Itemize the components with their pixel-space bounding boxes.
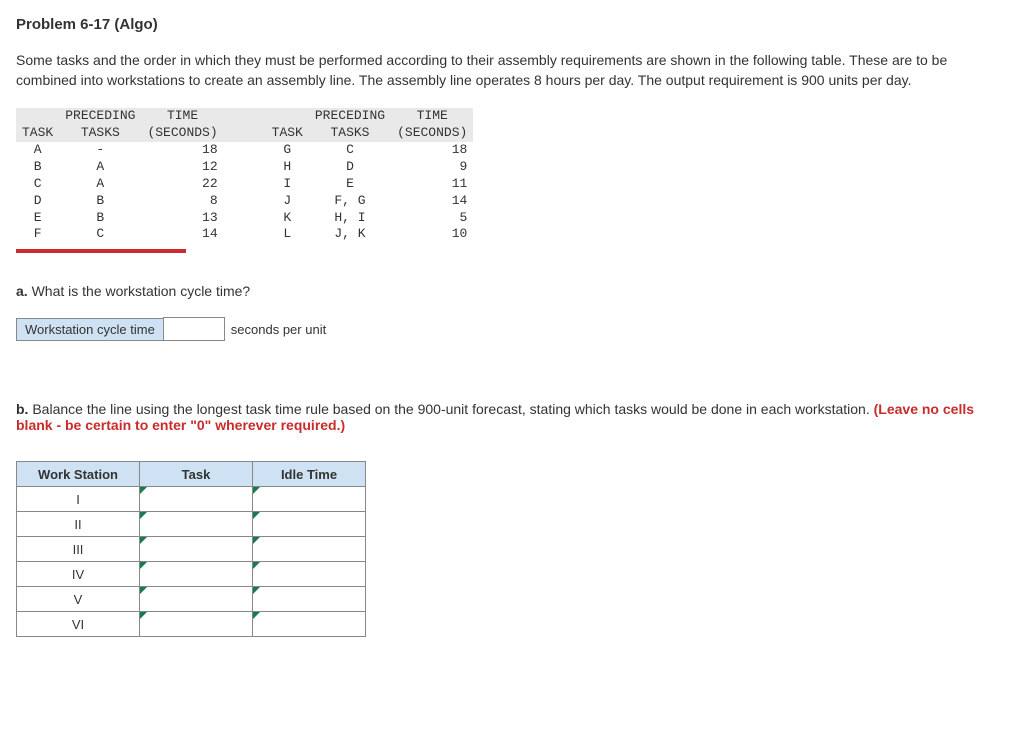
col-seconds-2: (SECONDS) — [391, 125, 473, 142]
page-title: Problem 6-17 (Algo) — [16, 16, 1005, 33]
ws-row-label: III — [17, 537, 140, 562]
ws-idle-input[interactable] — [253, 487, 366, 512]
table-cell — [224, 159, 266, 176]
table-cell: 5 — [391, 210, 473, 227]
ws-idle-input[interactable] — [253, 562, 366, 587]
ws-task-input[interactable] — [140, 512, 253, 537]
table-cell: H — [266, 159, 309, 176]
table-cell: 14 — [391, 193, 473, 210]
col-tasks-2: TASKS — [309, 125, 391, 142]
table-cell: F — [16, 226, 59, 243]
table-cell: C — [309, 142, 391, 159]
ws-task-input[interactable] — [140, 537, 253, 562]
ws-header-idle: Idle Time — [253, 462, 366, 487]
table-cell: 18 — [391, 142, 473, 159]
ws-idle-input[interactable] — [253, 612, 366, 637]
ws-idle-input[interactable] — [253, 512, 366, 537]
col-task-1: TASK — [16, 125, 59, 142]
table-cell: 11 — [391, 176, 473, 193]
ws-row-label: IV — [17, 562, 140, 587]
part-a-answer-row: Workstation cycle time seconds per unit — [16, 317, 1005, 341]
ws-task-input[interactable] — [140, 562, 253, 587]
table-cell — [224, 193, 266, 210]
col-time-1: TIME — [141, 108, 223, 125]
col-task-2: TASK — [266, 125, 309, 142]
table-cell: 8 — [141, 193, 223, 210]
table-cell: F, G — [309, 193, 391, 210]
table-cell: D — [309, 159, 391, 176]
ws-header-ws: Work Station — [17, 462, 140, 487]
table-cell: J — [266, 193, 309, 210]
col-seconds-1: (SECONDS) — [141, 125, 223, 142]
table-cell: 14 — [141, 226, 223, 243]
ws-header-task: Task — [140, 462, 253, 487]
intro-text: Some tasks and the order in which they m… — [16, 51, 1005, 90]
ws-row-label: VI — [17, 612, 140, 637]
table-cell: - — [59, 142, 141, 159]
ws-idle-input[interactable] — [253, 587, 366, 612]
col-preceding-1: PRECEDING — [59, 108, 141, 125]
table-cell: C — [16, 176, 59, 193]
part-b-label: b. Balance the line using the longest ta… — [16, 401, 1005, 433]
cycle-time-input[interactable] — [163, 317, 225, 341]
ws-task-input[interactable] — [140, 587, 253, 612]
ws-idle-input[interactable] — [253, 537, 366, 562]
table-cell — [224, 210, 266, 227]
ws-row-label: II — [17, 512, 140, 537]
table-cell: D — [16, 193, 59, 210]
table-cell — [224, 142, 266, 159]
col-time-2: TIME — [391, 108, 473, 125]
scroll-bar — [16, 249, 186, 253]
task-data-table: PRECEDING TIME PRECEDING TIME TASK TASKS… — [16, 108, 473, 243]
col-tasks-1: TASKS — [59, 125, 141, 142]
table-cell: E — [309, 176, 391, 193]
ws-row-label: I — [17, 487, 140, 512]
table-cell: 12 — [141, 159, 223, 176]
table-cell: A — [59, 176, 141, 193]
table-cell: I — [266, 176, 309, 193]
table-cell: 13 — [141, 210, 223, 227]
table-cell: A — [16, 142, 59, 159]
table-cell: C — [59, 226, 141, 243]
ws-task-input[interactable] — [140, 487, 253, 512]
table-cell: 10 — [391, 226, 473, 243]
ws-row-label: V — [17, 587, 140, 612]
table-cell: 22 — [141, 176, 223, 193]
table-cell: H, I — [309, 210, 391, 227]
table-cell — [224, 226, 266, 243]
table-cell: 18 — [141, 142, 223, 159]
table-cell — [224, 176, 266, 193]
ws-task-input[interactable] — [140, 612, 253, 637]
table-cell: G — [266, 142, 309, 159]
table-cell: A — [59, 159, 141, 176]
workstation-table: Work Station Task Idle Time IIIIIIIVVVI — [16, 461, 366, 637]
table-cell: E — [16, 210, 59, 227]
cycle-time-unit: seconds per unit — [231, 322, 326, 337]
table-cell: B — [59, 193, 141, 210]
table-cell: B — [59, 210, 141, 227]
table-cell: K — [266, 210, 309, 227]
part-a-label: a. What is the workstation cycle time? — [16, 283, 1005, 299]
table-cell: L — [266, 226, 309, 243]
table-cell: J, K — [309, 226, 391, 243]
table-cell: 9 — [391, 159, 473, 176]
table-cell: B — [16, 159, 59, 176]
cycle-time-label: Workstation cycle time — [16, 318, 164, 341]
col-preceding-2: PRECEDING — [309, 108, 391, 125]
